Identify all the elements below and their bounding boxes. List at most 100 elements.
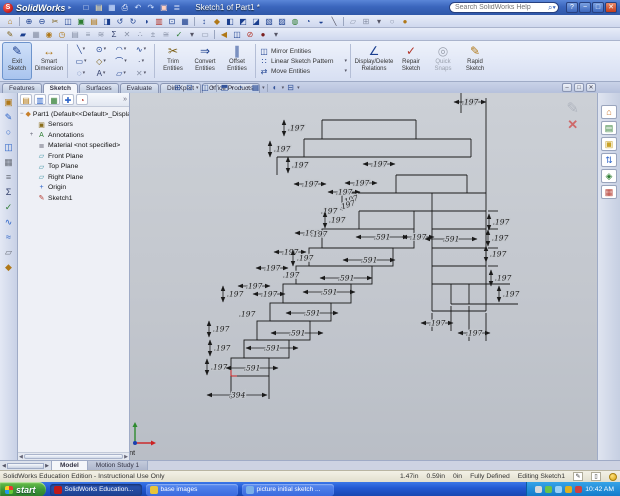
smart-dimension-button[interactable]: ↔ Smart Dimension — [34, 42, 64, 80]
tree-item-material-not-specified-[interactable]: ≣ Material <not specified> — [20, 141, 129, 152]
dropdown-arrow-icon[interactable]: ▾ — [83, 46, 86, 52]
bottom-tab-motion-study-1[interactable]: Motion Study 1 — [87, 461, 149, 470]
view-tool-icon[interactable]: ◐ — [270, 83, 281, 92]
dimension-label[interactable]: .197 — [327, 214, 346, 226]
left-toolbar-icon[interactable]: ✓ — [2, 201, 15, 213]
toolbar-icon[interactable]: ◀ — [218, 29, 230, 40]
dimension-label[interactable]: .197 — [351, 177, 370, 189]
left-toolbar-icon[interactable]: ◫ — [2, 141, 15, 153]
dropdown-arrow-icon[interactable]: ▾ — [247, 85, 250, 91]
bottom-scrollbar[interactable]: ◀ ▶ — [0, 461, 52, 470]
convert-entities-button[interactable]: ⇒ Convert Entities — [190, 42, 220, 80]
toolbar-icon[interactable]: ◍ — [289, 16, 301, 27]
toolbar-icon[interactable]: ✂ — [49, 16, 61, 27]
close-button[interactable]: ✕ — [605, 2, 617, 13]
quick-access-icon[interactable]: ⎙ — [119, 2, 130, 13]
dimension-label[interactable]: .197 — [488, 248, 507, 260]
toolbar-icon[interactable]: ◔ — [302, 16, 314, 27]
view-tool-icon[interactable]: ⊟ — [285, 83, 296, 92]
sketch-entity-button[interactable]: ▭ ▾ — [71, 55, 91, 67]
toolbar-icon[interactable]: ▤ — [88, 16, 100, 27]
left-toolbar-icon[interactable]: ▦ — [2, 156, 15, 168]
toolbar-icon[interactable]: ≡ — [82, 29, 94, 40]
feature-manager-tab-icon[interactable]: ▤ — [20, 94, 32, 105]
quick-snaps-button[interactable]: ◎ Quick Snaps — [428, 42, 458, 80]
toolbar-icon[interactable]: ▭ — [199, 29, 211, 40]
toolbar-icon[interactable]: ▦ — [179, 16, 191, 27]
sketch-entity-button[interactable]: ◇ ▾ — [91, 55, 111, 67]
rapid-sketch-button[interactable]: ✎ Rapid Sketch — [460, 42, 490, 80]
dimension-label[interactable]: .591 — [441, 233, 460, 245]
tree-item-annotations[interactable]: + A Annotations — [20, 130, 129, 141]
dimension-label[interactable]: .197 — [493, 272, 512, 284]
feature-manager-tab-icon[interactable]: ✚ — [62, 94, 74, 105]
dimension-label[interactable]: .197 — [490, 232, 509, 244]
toolbar-icon[interactable]: ⊘ — [244, 29, 256, 40]
dimension-label[interactable]: .591 — [319, 286, 338, 298]
tab-sketch[interactable]: Sketch — [42, 83, 78, 93]
dropdown-arrow-icon[interactable]: ▾ — [196, 85, 199, 91]
feature-manager-tab-icon[interactable]: ▦ — [48, 94, 60, 105]
dimension-label[interactable]: .197 — [209, 361, 228, 373]
task-pane-icon[interactable]: ⇅ — [601, 153, 617, 167]
tree-expand-icon[interactable]: + — [28, 132, 35, 138]
task-pane-icon[interactable]: ⌂ — [601, 105, 617, 119]
dropdown-arrow-icon[interactable]: ▾ — [344, 68, 347, 74]
task-pane-icon[interactable]: ▦ — [601, 185, 617, 199]
toolbar-icon[interactable]: ↻ — [127, 16, 139, 27]
toolbar-icon[interactable]: ∴ — [134, 29, 146, 40]
toolbar-icon[interactable]: ✎ — [4, 29, 16, 40]
dropdown-arrow-icon[interactable]: ▾ — [103, 70, 106, 76]
tree-item-top-plane[interactable]: ▱ Top Plane — [20, 162, 129, 173]
toolbar-icon[interactable]: ◧ — [224, 16, 236, 27]
tray-icon[interactable] — [535, 486, 543, 493]
toolbar-icon[interactable]: ● — [399, 16, 411, 27]
toolbar-icon[interactable]: ▨ — [276, 16, 288, 27]
toolbar-icon[interactable]: ≋ — [95, 29, 107, 40]
dropdown-arrow-icon[interactable]: ▾ — [123, 70, 126, 76]
display-delete-relations-button[interactable]: ∠ Display/Delete Relations — [354, 42, 394, 80]
toolbar-icon[interactable]: ╲ — [328, 16, 340, 27]
dimension-label[interactable]: .591 — [336, 272, 355, 284]
sketch-entity-button[interactable]: ◌ ▾ — [71, 67, 91, 79]
toolbar-icon[interactable]: ◩ — [237, 16, 249, 27]
graphics-area[interactable]: .197 .197 .197 .197 .197 .197 .197 .197 .197 .197… — [130, 93, 597, 460]
dimension-label[interactable]: .197 — [290, 159, 309, 171]
dimension-label[interactable]: .197 — [262, 262, 281, 274]
mirror-entities-button[interactable]: ◫ Mirror Entities — [259, 47, 347, 56]
toolbar-icon[interactable]: ◑ — [140, 16, 152, 27]
left-toolbar-icon[interactable]: ≈ — [2, 231, 15, 243]
dimension-label[interactable]: .591 — [372, 231, 391, 243]
help-search-box[interactable]: ⌕▾ — [449, 2, 559, 13]
toolbar-icon[interactable]: ◆ — [211, 16, 223, 27]
dimension-label[interactable]: .197 — [460, 96, 479, 108]
scroll-left-icon[interactable]: ◀ — [19, 454, 23, 460]
dropdown-arrow-icon[interactable]: ▾ — [144, 70, 147, 76]
tray-icon[interactable] — [575, 486, 583, 493]
toolbar-icon[interactable]: ± — [147, 29, 159, 40]
quick-access-icon[interactable]: ▣ — [158, 2, 169, 13]
tray-icon[interactable] — [545, 486, 553, 493]
view-tool-icon[interactable]: ⊞ — [172, 83, 183, 92]
dimension-label[interactable]: .197 — [286, 122, 305, 134]
view-tool-icon[interactable]: ⬒ — [219, 83, 230, 92]
toolbar-icon[interactable]: ✕ — [121, 29, 133, 40]
toolbar-icon[interactable]: ⊞ — [360, 16, 372, 27]
toolbar-icon[interactable]: ◒ — [315, 16, 327, 27]
dropdown-arrow-icon[interactable]: ▾ — [231, 85, 234, 91]
tree-item-part-root[interactable]: − ◆ Part1 (Default<<Default>_Displa — [20, 109, 129, 120]
dimension-label[interactable]: .197 — [225, 288, 244, 300]
dropdown-arrow-icon[interactable]: ▾ — [344, 58, 347, 64]
toolbar-icon[interactable]: ▧ — [263, 16, 275, 27]
dimension-label[interactable]: .197 — [211, 323, 230, 335]
left-toolbar-icon[interactable]: ▣ — [2, 96, 15, 108]
sketch-entity-button[interactable]: ▱ ▾ — [111, 67, 131, 79]
dimension-label[interactable]: .591 — [302, 307, 321, 319]
tab-evaluate[interactable]: Evaluate — [119, 83, 159, 93]
taskbar-task-button[interactable]: base images — [145, 483, 238, 496]
dropdown-arrow-icon[interactable]: ▾ — [124, 46, 127, 52]
restore-button[interactable]: □ — [592, 2, 604, 13]
menu-pin-icon[interactable]: ▸ — [68, 4, 71, 11]
dimension-label[interactable]: .197 — [309, 228, 328, 240]
left-toolbar-icon[interactable]: ○ — [2, 126, 15, 138]
